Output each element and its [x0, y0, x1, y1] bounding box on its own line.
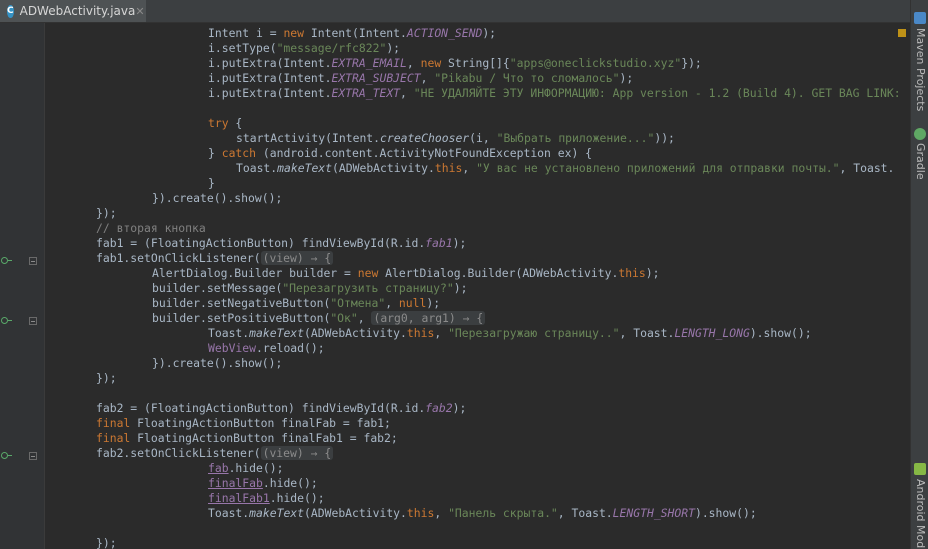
code-line: fab2.setOnClickListener((view) → {	[96, 446, 334, 460]
code-line: final FloatingActionButton finalFab1 = f…	[96, 431, 398, 445]
code-editor[interactable]: Intent i = new Intent(Intent.ACTION_SEND…	[45, 23, 910, 549]
tab-title: ADWebActivity.java	[19, 4, 136, 18]
lambda-gutter-icon[interactable]	[1, 317, 12, 324]
code-line: Toast.makeText(ADWebActivity.this, "У ва…	[236, 161, 895, 175]
code-line: }).create().show();	[152, 356, 283, 370]
code-line: finalFab.hide();	[208, 476, 318, 490]
lambda-gutter-icon[interactable]	[1, 257, 12, 264]
right-tool-sidebar: Maven Projects Gradle Android Mod	[910, 0, 928, 549]
code-line: }	[208, 176, 215, 190]
java-class-icon: C	[7, 4, 14, 18]
editor-gutter[interactable]	[0, 23, 45, 549]
code-line: Toast.makeText(ADWebActivity.this, "Пере…	[208, 326, 812, 340]
code-line: AlertDialog.Builder builder = new AlertD…	[152, 266, 660, 280]
code-line: fab2 = (FloatingActionButton) findViewBy…	[96, 401, 467, 415]
code-line: try {	[208, 116, 243, 130]
fold-icon[interactable]	[29, 257, 37, 265]
gradle-icon	[914, 128, 926, 140]
code-line: fab1 = (FloatingActionButton) findViewBy…	[96, 236, 467, 250]
code-line: i.putExtra(Intent.EXTRA_SUBJECT, "Pikabu…	[208, 71, 634, 85]
code-line: fab.hide();	[208, 461, 284, 475]
android-icon	[914, 463, 926, 475]
code-line: });	[96, 206, 117, 220]
code-line: finalFab1.hide();	[208, 491, 325, 505]
code-line: });	[96, 371, 117, 385]
lambda-gutter-icon[interactable]	[1, 452, 12, 459]
maven-icon	[914, 12, 926, 24]
code-line: builder.setPositiveButton("Ок", (arg0, a…	[152, 311, 486, 325]
code-line: startActivity(Intent.createChooser(i, "В…	[236, 131, 675, 145]
code-line: WebView.reload();	[208, 341, 325, 355]
code-line: Toast.makeText(ADWebActivity.this, "Пане…	[208, 506, 757, 520]
code-line: i.putExtra(Intent.EXTRA_EMAIL, new Strin…	[208, 56, 702, 70]
code-line: builder.setNegativeButton("Отмена", null…	[152, 296, 441, 310]
fold-icon[interactable]	[29, 317, 37, 325]
code-line: final FloatingActionButton finalFab = fa…	[96, 416, 391, 430]
code-line: Intent i = new Intent(Intent.ACTION_SEND…	[208, 26, 497, 40]
close-icon[interactable]: ✕	[135, 5, 144, 18]
editor-tab-bar: C ADWebActivity.java ✕	[0, 0, 910, 23]
code-line: i.putExtra(Intent.EXTRA_TEXT, "НЕ УДАЛЯЙ…	[208, 86, 901, 100]
code-line: }).create().show();	[152, 191, 283, 205]
maven-projects-tab[interactable]: Maven Projects	[914, 28, 927, 111]
warning-marker-icon[interactable]	[898, 29, 906, 37]
code-comment: // вторая кнопка	[96, 221, 206, 235]
code-line: fab1.setOnClickListener((view) → {	[96, 251, 334, 265]
code-line: i.setType("message/rfc822");	[208, 41, 401, 55]
fold-icon[interactable]	[29, 452, 37, 460]
code-line: });	[96, 536, 117, 549]
code-line: } catch (android.content.ActivityNotFoun…	[208, 146, 593, 160]
android-model-tab[interactable]: Android Mod	[914, 479, 927, 548]
tab-adwebactivity[interactable]: C ADWebActivity.java ✕	[0, 0, 146, 22]
code-line: builder.setMessage("Перезагрузить страни…	[152, 281, 468, 295]
gradle-tab[interactable]: Gradle	[914, 143, 927, 180]
